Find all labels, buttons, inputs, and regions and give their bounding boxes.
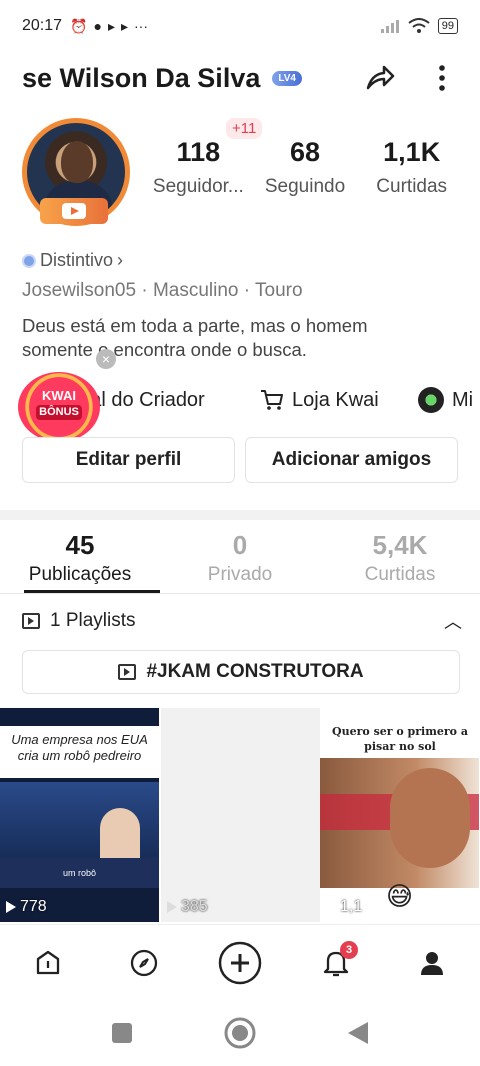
badge-link[interactable]: Distintivo › (22, 250, 123, 271)
kwai-shop-shortcut[interactable]: Loja Kwai (260, 389, 379, 412)
compass-icon (130, 949, 158, 976)
chevron-up-icon[interactable]: ︿ (444, 608, 462, 634)
tab-divider (0, 593, 480, 594)
play-icon: ▸ (107, 17, 115, 34)
view-count: 385 (167, 898, 208, 916)
playlist-item[interactable]: #JKAM CONSTRUTORA (22, 650, 460, 694)
nav-home[interactable] (0, 925, 96, 1001)
play-icon (326, 901, 336, 913)
profile-stats: 118 Seguidor... 68 Seguindo 1,1K Curtida… (145, 130, 465, 198)
nav-notifications[interactable]: 3 (288, 925, 384, 1001)
sweat-smile-emoji-icon: 😅 (386, 881, 414, 911)
profile-icon (421, 951, 443, 975)
tab-private[interactable]: 0 Privado (160, 528, 320, 592)
video-caption: Quero ser o primero a pisar no sol (332, 725, 468, 753)
back-icon[interactable] (346, 1020, 370, 1046)
whatsapp-icon: ● (93, 18, 102, 34)
status-bar: 20:17 ⏰ ● ▸ ▸ ··· 99 (0, 0, 480, 52)
video-grid: Uma empresa nos EUA cria um robô pedreir… (0, 708, 480, 922)
level-badge[interactable]: LV4 (272, 70, 302, 86)
video-thumbnail[interactable]: 385 (161, 708, 320, 922)
view-count: 1,1 (326, 898, 362, 916)
profile-name: se Wilson Da Silva (22, 62, 261, 93)
section-divider (0, 510, 480, 520)
video-ticker: um robô (0, 858, 159, 888)
stat-following[interactable]: 68 Seguindo (252, 130, 359, 198)
more-notifications-icon: ··· (134, 18, 149, 34)
share-icon[interactable] (364, 62, 396, 94)
home-button-icon[interactable] (224, 1017, 256, 1049)
mini-shortcut[interactable]: Mi (418, 387, 473, 413)
video-thumbnail[interactable]: Uma empresa nos EUA cria um robô pedreir… (0, 708, 159, 922)
playlist-icon (118, 664, 137, 680)
nav-discover[interactable] (96, 925, 192, 1001)
battery-icon: 99 (437, 18, 458, 34)
video-icon (62, 203, 86, 219)
profile-actions: Editar perfil Adicionar amigos (22, 437, 458, 483)
content-tabs: 45 Publicações 0 Privado 5,4K Curtidas (0, 528, 480, 592)
notification-count-badge: 3 (340, 940, 358, 959)
profile-meta: Josewilson05 · Masculino · Touro (22, 280, 303, 301)
play-icon: ▸ (120, 17, 129, 34)
status-time: 20:17 (22, 17, 63, 34)
badge-icon (22, 253, 36, 268)
playlist-icon (22, 613, 40, 629)
recent-apps-icon[interactable] (110, 1021, 134, 1045)
mini-app-icon (418, 387, 444, 413)
avatar-live-ribbon[interactable] (40, 198, 108, 224)
bottom-navigation: 3 (0, 924, 480, 1000)
kwai-bonus-floating-button[interactable]: KWAI BÔNUS (18, 372, 100, 442)
play-icon (167, 901, 177, 913)
stat-likes[interactable]: 1,1K Curtidas (358, 130, 465, 198)
close-icon[interactable]: × (96, 349, 116, 369)
wifi-icon (408, 18, 430, 33)
nav-create[interactable] (192, 925, 288, 1001)
home-icon (36, 950, 60, 974)
edit-profile-button[interactable]: Editar perfil (22, 437, 235, 483)
profile-header: se Wilson Da Silva LV4 (0, 52, 480, 104)
video-caption: Uma empresa nos EUA cria um robô pedreir… (0, 726, 159, 778)
play-icon (6, 901, 16, 913)
tab-liked[interactable]: 5,4K Curtidas (320, 528, 480, 592)
more-options-icon[interactable] (434, 62, 450, 94)
system-navigation-bar (0, 1000, 480, 1066)
plus-circle-icon (218, 941, 262, 984)
alarm-icon: ⏰ (70, 17, 88, 34)
stat-followers[interactable]: 118 Seguidor... (145, 130, 252, 198)
view-count: 778 (6, 898, 47, 916)
signal-icon (380, 20, 399, 33)
add-friends-button[interactable]: Adicionar amigos (245, 437, 458, 483)
chevron-right-icon: › (117, 250, 124, 270)
tab-publications[interactable]: 45 Publicações (0, 528, 160, 592)
nav-profile[interactable] (384, 925, 480, 1001)
playlists-header[interactable]: 1 Playlists ︿ (22, 608, 462, 634)
profile-bio: Deus está em toda a parte, mas o homem s… (22, 315, 368, 360)
cart-icon (261, 390, 283, 410)
video-thumbnail[interactable]: Quero ser o primero a pisar no sol 1,1 😅 (320, 708, 479, 922)
